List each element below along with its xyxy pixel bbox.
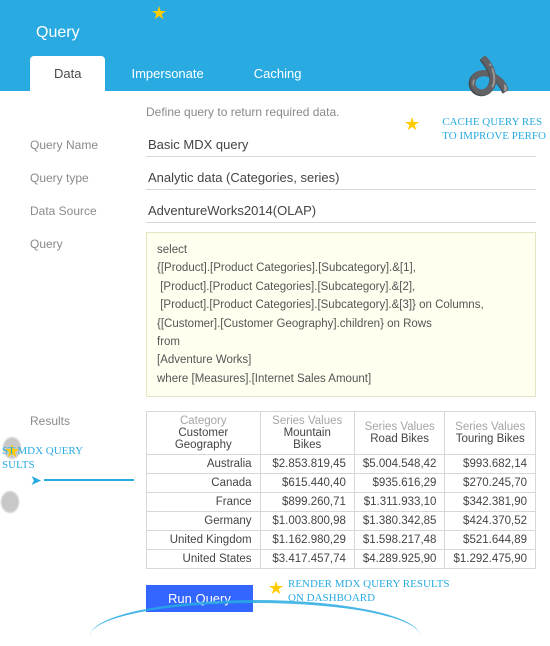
panel-header: Query Data Impersonate Caching	[0, 0, 550, 91]
table-cell: $1.292.475,90	[445, 550, 536, 569]
label-query-type: Query type	[30, 166, 146, 185]
decorative-blob	[0, 490, 20, 514]
table-cell: $1.311.933,10	[354, 493, 445, 512]
table-row: United States$3.417.457,74$4.289.925,90$…	[147, 550, 536, 569]
table-cell: $1.003.800,98	[260, 512, 354, 531]
tab-caching[interactable]: Caching	[230, 56, 326, 91]
label-results: Results	[30, 409, 146, 428]
table-cell: France	[147, 493, 261, 512]
table-cell: United Kingdom	[147, 531, 261, 550]
tab-content: Define query to return required data. Qu…	[0, 91, 550, 636]
table-row: Australia$2.853.819,45$5.004.548,42$993.…	[147, 455, 536, 474]
tab-bar: Data Impersonate Caching	[0, 56, 550, 91]
table-cell: $4.289.925,90	[354, 550, 445, 569]
table-row: France$899.260,71$1.311.933,10$342.381,9…	[147, 493, 536, 512]
table-cell: $270.245,70	[445, 474, 536, 493]
table-cell: $521.644,89	[445, 531, 536, 550]
table-cell: $5.004.548,42	[354, 455, 445, 474]
label-query-name: Query Name	[30, 133, 146, 152]
table-cell: $935.616,29	[354, 474, 445, 493]
table-cell: United States	[147, 550, 261, 569]
table-cell: $993.682,14	[445, 455, 536, 474]
table-cell: $1.380.342,85	[354, 512, 445, 531]
tab-impersonate[interactable]: Impersonate	[107, 56, 227, 91]
data-source-input[interactable]	[146, 199, 536, 223]
label-query: Query	[30, 232, 146, 251]
label-data-source: Data Source	[30, 199, 146, 218]
star-icon: ★	[151, 3, 167, 24]
table-cell: Germany	[147, 512, 261, 531]
panel-title: Query	[0, 6, 550, 56]
col-series-1: Series ValuesMountain Bikes	[260, 412, 354, 455]
table-row: Germany$1.003.800,98$1.380.342,85$424.37…	[147, 512, 536, 531]
table-cell: $2.853.819,45	[260, 455, 354, 474]
helper-text: Define query to return required data.	[146, 105, 550, 119]
query-type-input[interactable]	[146, 166, 536, 190]
query-textarea[interactable]: select {[Product].[Product Categories].[…	[146, 232, 536, 397]
star-icon: ★	[268, 578, 284, 599]
table-cell: $615.440,40	[260, 474, 354, 493]
col-category: CategoryCustomer Geography	[147, 412, 261, 455]
star-icon: ★	[404, 114, 420, 135]
table-cell: $342.381,90	[445, 493, 536, 512]
star-icon: ★	[4, 441, 20, 462]
results-table: CategoryCustomer Geography Series Values…	[146, 411, 536, 569]
table-cell: Canada	[147, 474, 261, 493]
col-series-3: Series ValuesTouring Bikes	[445, 412, 536, 455]
tab-data[interactable]: Data	[30, 56, 105, 91]
col-series-2: Series ValuesRoad Bikes	[354, 412, 445, 455]
query-name-input[interactable]	[146, 133, 536, 157]
table-cell: $1.598.217,48	[354, 531, 445, 550]
table-cell: $1.162.980,29	[260, 531, 354, 550]
table-row: United Kingdom$1.162.980,29$1.598.217,48…	[147, 531, 536, 550]
table-cell: $3.417.457,74	[260, 550, 354, 569]
table-cell: Australia	[147, 455, 261, 474]
table-row: Canada$615.440,40$935.616,29$270.245,70	[147, 474, 536, 493]
table-cell: $424.370,52	[445, 512, 536, 531]
table-cell: $899.260,71	[260, 493, 354, 512]
